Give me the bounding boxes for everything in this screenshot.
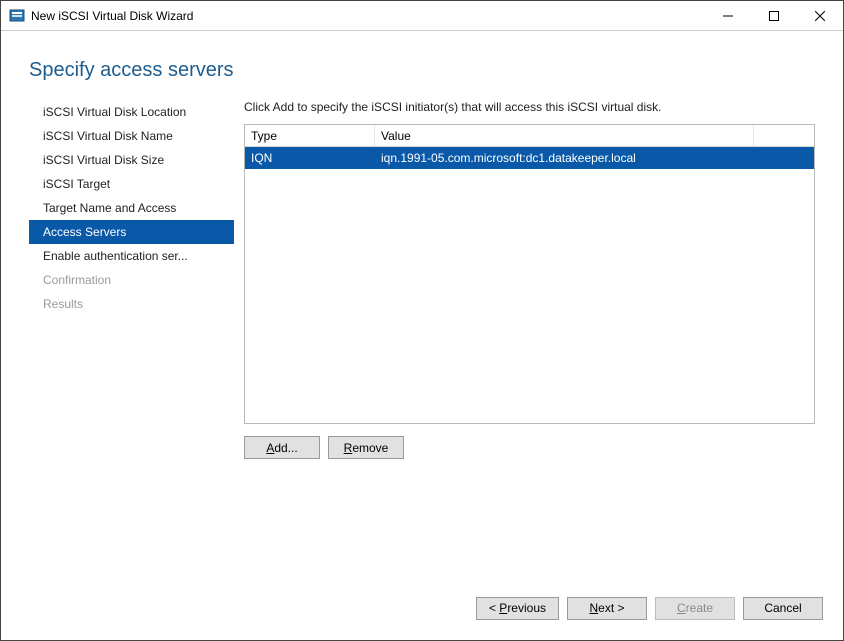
table-row[interactable]: IQNiqn.1991-05.com.microsoft:dc1.datakee… bbox=[245, 147, 814, 169]
wizard-step-6[interactable]: Enable authentication ser... bbox=[29, 244, 234, 268]
add-button[interactable]: Add... bbox=[244, 436, 320, 459]
minimize-button[interactable] bbox=[705, 1, 751, 31]
close-button[interactable] bbox=[797, 1, 843, 31]
remove-button[interactable]: Remove bbox=[328, 436, 404, 459]
content-area: iSCSI Virtual Disk LocationiSCSI Virtual… bbox=[1, 100, 843, 592]
wizard-step-2[interactable]: iSCSI Virtual Disk Size bbox=[29, 148, 234, 172]
wizard-step-5[interactable]: Access Servers bbox=[29, 220, 234, 244]
cell-type: IQN bbox=[245, 151, 375, 165]
wizard-step-8: Results bbox=[29, 292, 234, 316]
wizard-step-1[interactable]: iSCSI Virtual Disk Name bbox=[29, 124, 234, 148]
wizard-footer: < Previous Next > Create Cancel bbox=[1, 592, 843, 640]
next-button[interactable]: Next > bbox=[567, 597, 647, 620]
page-heading: Specify access servers bbox=[1, 31, 843, 100]
previous-button[interactable]: < Previous bbox=[476, 597, 559, 620]
app-icon bbox=[9, 8, 25, 24]
table-buttons-row: Add... Remove bbox=[244, 436, 815, 459]
wizard-body: Specify access servers iSCSI Virtual Dis… bbox=[1, 31, 843, 592]
table-header-row: Type Value bbox=[245, 125, 814, 147]
maximize-button[interactable] bbox=[751, 1, 797, 31]
initiators-table: Type Value IQNiqn.1991-05.com.microsoft:… bbox=[244, 124, 815, 424]
instruction-text: Click Add to specify the iSCSI initiator… bbox=[244, 100, 815, 114]
wizard-step-4[interactable]: Target Name and Access bbox=[29, 196, 234, 220]
wizard-window: New iSCSI Virtual Disk Wizard Specify ac… bbox=[0, 0, 844, 641]
table-header-value[interactable]: Value bbox=[375, 125, 754, 146]
wizard-step-3[interactable]: iSCSI Target bbox=[29, 172, 234, 196]
table-body: IQNiqn.1991-05.com.microsoft:dc1.datakee… bbox=[245, 147, 814, 423]
wizard-step-7: Confirmation bbox=[29, 268, 234, 292]
main-panel: Click Add to specify the iSCSI initiator… bbox=[234, 100, 815, 592]
table-header-type[interactable]: Type bbox=[245, 125, 375, 146]
titlebar: New iSCSI Virtual Disk Wizard bbox=[1, 1, 843, 31]
cell-value: iqn.1991-05.com.microsoft:dc1.datakeeper… bbox=[375, 151, 754, 165]
wizard-step-0[interactable]: iSCSI Virtual Disk Location bbox=[29, 100, 234, 124]
cancel-button[interactable]: Cancel bbox=[743, 597, 823, 620]
wizard-steps-sidebar: iSCSI Virtual Disk LocationiSCSI Virtual… bbox=[29, 100, 234, 592]
table-header-spacer bbox=[754, 125, 814, 146]
window-title: New iSCSI Virtual Disk Wizard bbox=[31, 9, 193, 23]
create-button: Create bbox=[655, 597, 735, 620]
